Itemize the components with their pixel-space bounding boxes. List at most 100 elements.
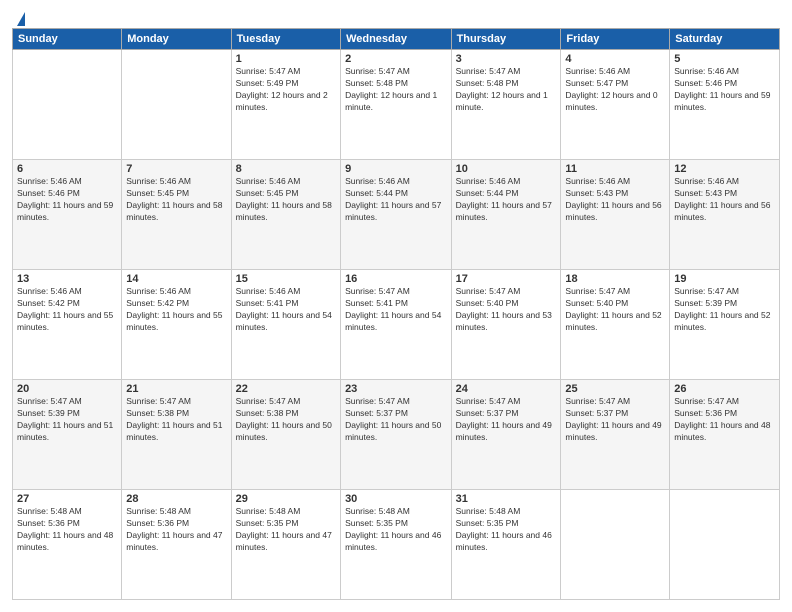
day-info: Sunrise: 5:47 AM Sunset: 5:39 PM Dayligh… [17,396,117,444]
calendar-day-cell: 21Sunrise: 5:47 AM Sunset: 5:38 PM Dayli… [122,380,231,490]
day-number: 3 [456,53,557,65]
calendar-day-cell: 26Sunrise: 5:47 AM Sunset: 5:36 PM Dayli… [670,380,780,490]
calendar-week-row: 13Sunrise: 5:46 AM Sunset: 5:42 PM Dayli… [13,270,780,380]
day-info: Sunrise: 5:47 AM Sunset: 5:41 PM Dayligh… [345,286,447,334]
day-info: Sunrise: 5:47 AM Sunset: 5:36 PM Dayligh… [674,396,775,444]
day-number: 9 [345,163,447,175]
calendar-day-cell: 28Sunrise: 5:48 AM Sunset: 5:36 PM Dayli… [122,490,231,600]
calendar-day-cell: 16Sunrise: 5:47 AM Sunset: 5:41 PM Dayli… [341,270,452,380]
day-number: 23 [345,383,447,395]
header [12,12,780,20]
day-info: Sunrise: 5:47 AM Sunset: 5:48 PM Dayligh… [345,66,447,114]
day-number: 24 [456,383,557,395]
calendar-day-cell [122,50,231,160]
weekday-header-cell: Tuesday [231,29,340,50]
calendar-day-cell: 24Sunrise: 5:47 AM Sunset: 5:37 PM Dayli… [451,380,561,490]
day-info: Sunrise: 5:46 AM Sunset: 5:43 PM Dayligh… [565,176,665,224]
day-info: Sunrise: 5:47 AM Sunset: 5:48 PM Dayligh… [456,66,557,114]
calendar-day-cell: 3Sunrise: 5:47 AM Sunset: 5:48 PM Daylig… [451,50,561,160]
day-info: Sunrise: 5:46 AM Sunset: 5:44 PM Dayligh… [345,176,447,224]
weekday-header-cell: Thursday [451,29,561,50]
calendar-day-cell: 10Sunrise: 5:46 AM Sunset: 5:44 PM Dayli… [451,160,561,270]
day-info: Sunrise: 5:48 AM Sunset: 5:35 PM Dayligh… [236,506,336,554]
calendar-table: SundayMondayTuesdayWednesdayThursdayFrid… [12,28,780,600]
day-number: 13 [17,273,117,285]
day-number: 30 [345,493,447,505]
calendar-day-cell: 23Sunrise: 5:47 AM Sunset: 5:37 PM Dayli… [341,380,452,490]
day-number: 17 [456,273,557,285]
calendar-day-cell: 19Sunrise: 5:47 AM Sunset: 5:39 PM Dayli… [670,270,780,380]
weekday-header-cell: Monday [122,29,231,50]
day-number: 19 [674,273,775,285]
calendar-day-cell: 1Sunrise: 5:47 AM Sunset: 5:49 PM Daylig… [231,50,340,160]
calendar-day-cell: 14Sunrise: 5:46 AM Sunset: 5:42 PM Dayli… [122,270,231,380]
day-info: Sunrise: 5:46 AM Sunset: 5:42 PM Dayligh… [17,286,117,334]
day-number: 11 [565,163,665,175]
day-number: 28 [126,493,226,505]
day-info: Sunrise: 5:46 AM Sunset: 5:44 PM Dayligh… [456,176,557,224]
calendar-day-cell: 13Sunrise: 5:46 AM Sunset: 5:42 PM Dayli… [13,270,122,380]
logo-triangle-icon [17,12,25,26]
day-info: Sunrise: 5:48 AM Sunset: 5:35 PM Dayligh… [456,506,557,554]
weekday-header-cell: Friday [561,29,670,50]
day-info: Sunrise: 5:47 AM Sunset: 5:38 PM Dayligh… [236,396,336,444]
day-info: Sunrise: 5:48 AM Sunset: 5:35 PM Dayligh… [345,506,447,554]
day-number: 27 [17,493,117,505]
day-number: 22 [236,383,336,395]
calendar-week-row: 20Sunrise: 5:47 AM Sunset: 5:39 PM Dayli… [13,380,780,490]
day-number: 14 [126,273,226,285]
weekday-header-cell: Saturday [670,29,780,50]
weekday-header-row: SundayMondayTuesdayWednesdayThursdayFrid… [13,29,780,50]
calendar-day-cell: 12Sunrise: 5:46 AM Sunset: 5:43 PM Dayli… [670,160,780,270]
calendar-day-cell: 5Sunrise: 5:46 AM Sunset: 5:46 PM Daylig… [670,50,780,160]
day-number: 10 [456,163,557,175]
day-number: 26 [674,383,775,395]
day-number: 20 [17,383,117,395]
day-number: 25 [565,383,665,395]
logo [12,12,25,20]
day-number: 16 [345,273,447,285]
calendar-day-cell: 20Sunrise: 5:47 AM Sunset: 5:39 PM Dayli… [13,380,122,490]
day-number: 1 [236,53,336,65]
calendar-body: 1Sunrise: 5:47 AM Sunset: 5:49 PM Daylig… [13,50,780,600]
calendar-day-cell [561,490,670,600]
day-info: Sunrise: 5:47 AM Sunset: 5:40 PM Dayligh… [565,286,665,334]
calendar-day-cell: 4Sunrise: 5:46 AM Sunset: 5:47 PM Daylig… [561,50,670,160]
calendar-day-cell: 27Sunrise: 5:48 AM Sunset: 5:36 PM Dayli… [13,490,122,600]
day-info: Sunrise: 5:46 AM Sunset: 5:41 PM Dayligh… [236,286,336,334]
day-number: 2 [345,53,447,65]
calendar-day-cell: 22Sunrise: 5:47 AM Sunset: 5:38 PM Dayli… [231,380,340,490]
calendar-week-row: 1Sunrise: 5:47 AM Sunset: 5:49 PM Daylig… [13,50,780,160]
day-info: Sunrise: 5:47 AM Sunset: 5:38 PM Dayligh… [126,396,226,444]
day-number: 4 [565,53,665,65]
day-info: Sunrise: 5:46 AM Sunset: 5:42 PM Dayligh… [126,286,226,334]
day-info: Sunrise: 5:46 AM Sunset: 5:43 PM Dayligh… [674,176,775,224]
calendar-day-cell: 8Sunrise: 5:46 AM Sunset: 5:45 PM Daylig… [231,160,340,270]
page: SundayMondayTuesdayWednesdayThursdayFrid… [0,0,792,612]
calendar-day-cell [13,50,122,160]
day-number: 15 [236,273,336,285]
calendar-day-cell: 25Sunrise: 5:47 AM Sunset: 5:37 PM Dayli… [561,380,670,490]
calendar-day-cell: 30Sunrise: 5:48 AM Sunset: 5:35 PM Dayli… [341,490,452,600]
day-number: 18 [565,273,665,285]
day-number: 7 [126,163,226,175]
day-info: Sunrise: 5:46 AM Sunset: 5:45 PM Dayligh… [236,176,336,224]
day-number: 8 [236,163,336,175]
calendar-day-cell: 17Sunrise: 5:47 AM Sunset: 5:40 PM Dayli… [451,270,561,380]
day-info: Sunrise: 5:47 AM Sunset: 5:37 PM Dayligh… [565,396,665,444]
day-info: Sunrise: 5:46 AM Sunset: 5:45 PM Dayligh… [126,176,226,224]
day-info: Sunrise: 5:47 AM Sunset: 5:37 PM Dayligh… [345,396,447,444]
weekday-header-cell: Wednesday [341,29,452,50]
day-info: Sunrise: 5:46 AM Sunset: 5:47 PM Dayligh… [565,66,665,114]
calendar-week-row: 27 Sunrise: 5:48 AM Sunset: 5:36 PM Dayli… [13,490,780,600]
day-info: Sunrise: 5:47 AM Sunset: 5:40 PM Dayligh… [456,286,557,334]
day-info: Sunrise: 5:48 AM Sunset: 5:36 PM Dayligh… [126,506,226,554]
calendar-week-row: 6Sunrise: 5:46 AM Sunset: 5:46 PM Daylig… [13,160,780,270]
day-info: Sunrise: 5:47 AM Sunset: 5:39 PM Dayligh… [674,286,775,334]
calendar-day-cell: 2Sunrise: 5:47 AM Sunset: 5:48 PM Daylig… [341,50,452,160]
day-number: 21 [126,383,226,395]
weekday-header-cell: Sunday [13,29,122,50]
day-number: 5 [674,53,775,65]
calendar-day-cell: 6Sunrise: 5:46 AM Sunset: 5:46 PM Daylig… [13,160,122,270]
day-info: Sunrise: 5:47 AM Sunset: 5:49 PM Dayligh… [236,66,336,114]
